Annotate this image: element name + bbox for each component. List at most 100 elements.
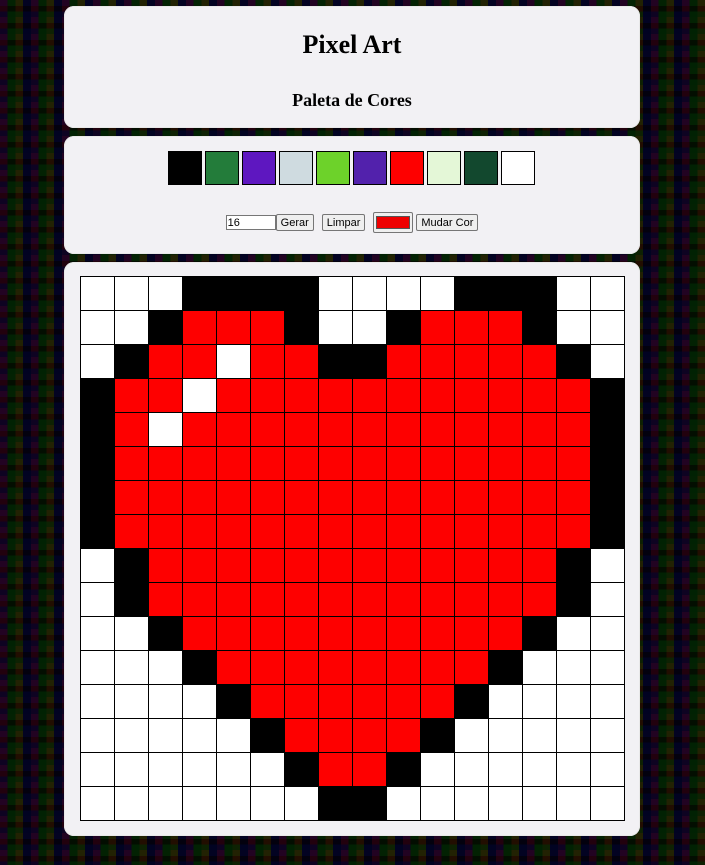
- pixel-cell[interactable]: [591, 277, 625, 311]
- pixel-cell[interactable]: [421, 685, 455, 719]
- pixel-cell[interactable]: [251, 515, 285, 549]
- pixel-cell[interactable]: [183, 277, 217, 311]
- pixel-cell[interactable]: [387, 515, 421, 549]
- pixel-cell[interactable]: [387, 549, 421, 583]
- pixel-cell[interactable]: [81, 481, 115, 515]
- pixel-cell[interactable]: [81, 719, 115, 753]
- pixel-cell[interactable]: [115, 311, 149, 345]
- pixel-cell[interactable]: [353, 685, 387, 719]
- pixel-cell[interactable]: [217, 787, 251, 821]
- pixel-cell[interactable]: [353, 617, 387, 651]
- pixel-cell[interactable]: [591, 549, 625, 583]
- pixel-cell[interactable]: [421, 617, 455, 651]
- pixel-cell[interactable]: [285, 379, 319, 413]
- pixel-cell[interactable]: [149, 481, 183, 515]
- palette-swatch[interactable]: [353, 151, 387, 185]
- pixel-cell[interactable]: [319, 413, 353, 447]
- pixel-cell[interactable]: [251, 447, 285, 481]
- pixel-cell[interactable]: [421, 379, 455, 413]
- pixel-cell[interactable]: [489, 515, 523, 549]
- pixel-cell[interactable]: [285, 481, 319, 515]
- pixel-cell[interactable]: [149, 651, 183, 685]
- pixel-cell[interactable]: [353, 753, 387, 787]
- board-size-input[interactable]: [225, 215, 276, 230]
- pixel-cell[interactable]: [81, 515, 115, 549]
- pixel-cell[interactable]: [251, 481, 285, 515]
- pixel-cell[interactable]: [489, 311, 523, 345]
- pixel-cell[interactable]: [421, 481, 455, 515]
- pixel-cell[interactable]: [421, 413, 455, 447]
- pixel-cell[interactable]: [455, 345, 489, 379]
- pixel-cell[interactable]: [523, 719, 557, 753]
- pixel-cell[interactable]: [591, 311, 625, 345]
- pixel-cell[interactable]: [217, 481, 251, 515]
- color-picker[interactable]: [373, 212, 414, 233]
- pixel-cell[interactable]: [81, 753, 115, 787]
- pixel-cell[interactable]: [217, 379, 251, 413]
- pixel-cell[interactable]: [183, 413, 217, 447]
- clear-button[interactable]: Limpar: [321, 214, 366, 231]
- pixel-cell[interactable]: [489, 685, 523, 719]
- pixel-cell[interactable]: [319, 685, 353, 719]
- pixel-cell[interactable]: [319, 345, 353, 379]
- pixel-cell[interactable]: [251, 583, 285, 617]
- pixel-cell[interactable]: [251, 617, 285, 651]
- pixel-cell[interactable]: [149, 719, 183, 753]
- pixel-cell[interactable]: [183, 583, 217, 617]
- pixel-cell[interactable]: [319, 549, 353, 583]
- pixel-cell[interactable]: [489, 277, 523, 311]
- pixel-cell[interactable]: [217, 719, 251, 753]
- pixel-cell[interactable]: [251, 787, 285, 821]
- pixel-cell[interactable]: [455, 787, 489, 821]
- pixel-cell[interactable]: [591, 379, 625, 413]
- pixel-cell[interactable]: [387, 311, 421, 345]
- pixel-cell[interactable]: [591, 753, 625, 787]
- pixel-cell[interactable]: [183, 753, 217, 787]
- pixel-cell[interactable]: [115, 515, 149, 549]
- pixel-cell[interactable]: [557, 617, 591, 651]
- pixel-cell[interactable]: [557, 345, 591, 379]
- palette-swatch[interactable]: [205, 151, 239, 185]
- pixel-cell[interactable]: [387, 345, 421, 379]
- pixel-cell[interactable]: [183, 345, 217, 379]
- palette-swatch[interactable]: [464, 151, 498, 185]
- pixel-cell[interactable]: [387, 651, 421, 685]
- pixel-cell[interactable]: [183, 685, 217, 719]
- pixel-cell[interactable]: [353, 787, 387, 821]
- pixel-cell[interactable]: [115, 277, 149, 311]
- pixel-cell[interactable]: [489, 413, 523, 447]
- pixel-cell[interactable]: [387, 617, 421, 651]
- pixel-cell[interactable]: [115, 379, 149, 413]
- pixel-cell[interactable]: [149, 753, 183, 787]
- pixel-cell[interactable]: [557, 753, 591, 787]
- pixel-cell[interactable]: [115, 583, 149, 617]
- pixel-cell[interactable]: [387, 719, 421, 753]
- pixel-cell[interactable]: [353, 515, 387, 549]
- pixel-cell[interactable]: [353, 447, 387, 481]
- pixel-cell[interactable]: [489, 753, 523, 787]
- pixel-cell[interactable]: [421, 311, 455, 345]
- pixel-cell[interactable]: [285, 515, 319, 549]
- pixel-cell[interactable]: [591, 685, 625, 719]
- pixel-cell[interactable]: [421, 277, 455, 311]
- pixel-cell[interactable]: [455, 515, 489, 549]
- pixel-cell[interactable]: [285, 311, 319, 345]
- pixel-cell[interactable]: [251, 651, 285, 685]
- pixel-cell[interactable]: [115, 753, 149, 787]
- pixel-cell[interactable]: [285, 447, 319, 481]
- pixel-cell[interactable]: [285, 753, 319, 787]
- pixel-cell[interactable]: [115, 447, 149, 481]
- pixel-cell[interactable]: [523, 787, 557, 821]
- pixel-cell[interactable]: [387, 685, 421, 719]
- pixel-cell[interactable]: [591, 787, 625, 821]
- pixel-cell[interactable]: [421, 345, 455, 379]
- pixel-cell[interactable]: [523, 447, 557, 481]
- pixel-cell[interactable]: [149, 277, 183, 311]
- palette-swatch[interactable]: [427, 151, 461, 185]
- pixel-cell[interactable]: [455, 379, 489, 413]
- pixel-cell[interactable]: [319, 719, 353, 753]
- palette-swatch[interactable]: [242, 151, 276, 185]
- pixel-cell[interactable]: [591, 617, 625, 651]
- pixel-cell[interactable]: [489, 719, 523, 753]
- pixel-cell[interactable]: [251, 413, 285, 447]
